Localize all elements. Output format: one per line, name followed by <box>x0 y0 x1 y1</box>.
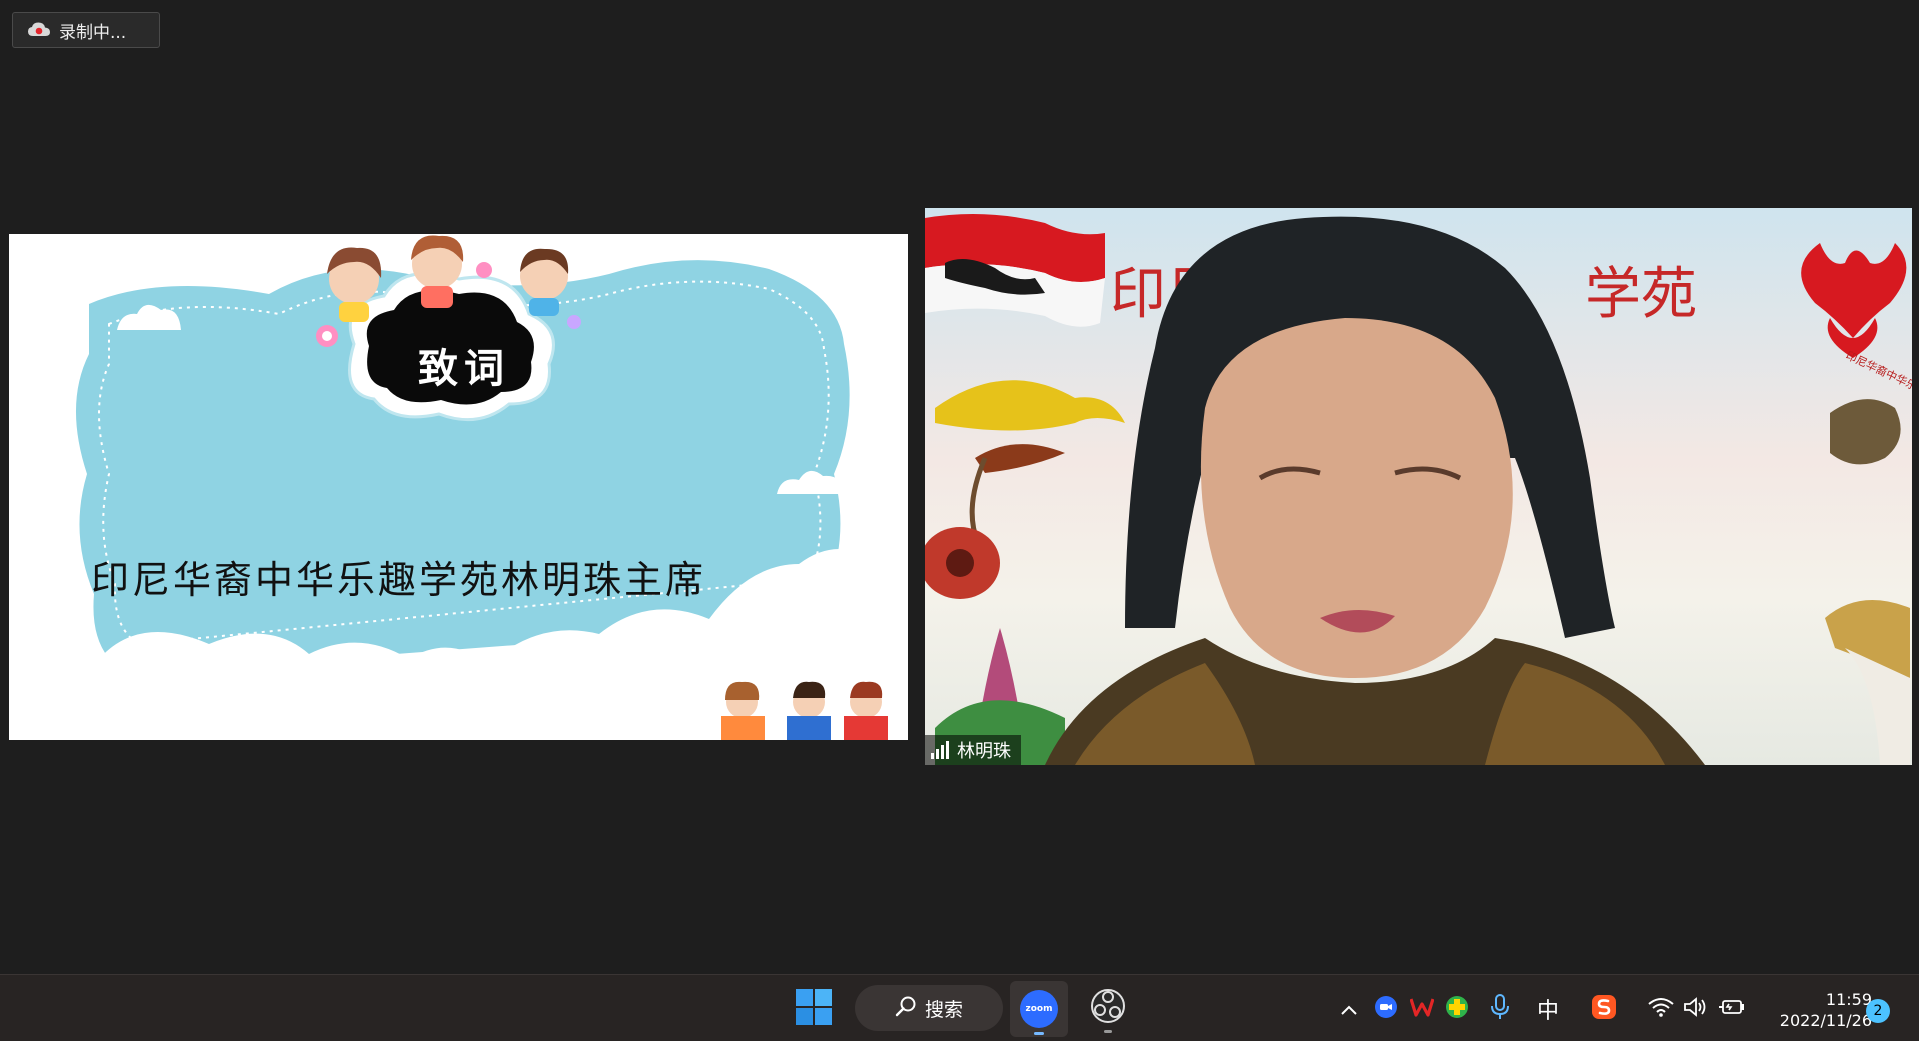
recording-badge[interactable]: 录制中... <box>12 12 160 48</box>
green-cross-app-icon <box>1445 995 1469 1024</box>
participant-name-tag: 林明珠 <box>925 735 1021 765</box>
volume-button[interactable] <box>1680 993 1712 1025</box>
tray-wps-button[interactable] <box>1406 993 1438 1025</box>
taskbar-search-button[interactable]: 搜索 <box>855 985 1003 1031</box>
desktop: 录制中... 致词 印尼华裔中华乐趣学苑林明珠主席 印尼 学苑 印尼华裔中华乐趣… <box>0 0 1919 1041</box>
system-clock[interactable]: 11:59 2022/11/26 <box>1760 989 1872 1031</box>
taskbar: 搜索 zoom 中 11:59 2022/11/26 2 <box>0 974 1919 1041</box>
background-text-right: 学苑 <box>1585 262 1697 327</box>
slide-artwork <box>9 235 908 740</box>
tray-overflow-button[interactable] <box>1333 993 1365 1025</box>
zoom-taskbar-button[interactable]: zoom <box>1010 981 1068 1037</box>
input-method-button[interactable]: 中 <box>1532 993 1564 1025</box>
participant-video[interactable]: 印尼 学苑 印尼华裔中华乐趣学苑 林明珠 <box>925 208 1912 765</box>
input-method-label: 中 <box>1536 999 1559 1024</box>
clock-date: 2022/11/26 <box>1779 1011 1872 1030</box>
zoom-icon: zoom <box>1020 990 1058 1028</box>
microphone-icon <box>1490 993 1510 1025</box>
obs-taskbar-button[interactable] <box>1083 983 1133 1033</box>
logo-text: 印尼华裔中华乐趣学苑 <box>1844 348 1912 407</box>
wps-icon <box>1409 996 1435 1023</box>
tray-zoom-button[interactable] <box>1370 993 1402 1025</box>
zoom-tray-icon <box>1374 995 1398 1024</box>
chevron-up-icon <box>1340 997 1358 1021</box>
cloud-record-icon <box>27 21 51 39</box>
search-label: 搜索 <box>924 998 963 1021</box>
slide-title: 印尼华裔中华乐趣学苑林明珠主席 <box>90 558 706 602</box>
signal-strength-icon <box>931 741 949 759</box>
tray-microphone-button[interactable] <box>1484 993 1516 1025</box>
tray-sogou-button[interactable] <box>1588 993 1620 1025</box>
video-frame: 印尼 学苑 印尼华裔中华乐趣学苑 <box>925 214 1912 765</box>
wifi-icon <box>1648 997 1674 1022</box>
start-button[interactable] <box>794 989 834 1029</box>
volume-icon <box>1683 996 1709 1023</box>
notification-badge[interactable]: 2 <box>1866 999 1890 1023</box>
slide-heading: 致词 <box>418 345 510 392</box>
obs-icon <box>1090 988 1126 1028</box>
recording-label: 录制中... <box>59 22 127 43</box>
clock-time: 11:59 <box>1825 990 1872 1009</box>
battery-button[interactable] <box>1716 993 1748 1025</box>
wifi-status-button[interactable] <box>1645 993 1677 1025</box>
windows-start-icon <box>796 989 832 1029</box>
sogou-icon <box>1591 994 1617 1025</box>
participant-name: 林明珠 <box>957 741 1011 762</box>
shared-slide: 致词 印尼华裔中华乐趣学苑林明珠主席 <box>9 234 908 740</box>
tray-app-button[interactable] <box>1441 993 1473 1025</box>
battery-icon <box>1718 997 1746 1022</box>
search-icon <box>895 995 917 1022</box>
zoom-icon-label: zoom <box>1025 1004 1053 1014</box>
